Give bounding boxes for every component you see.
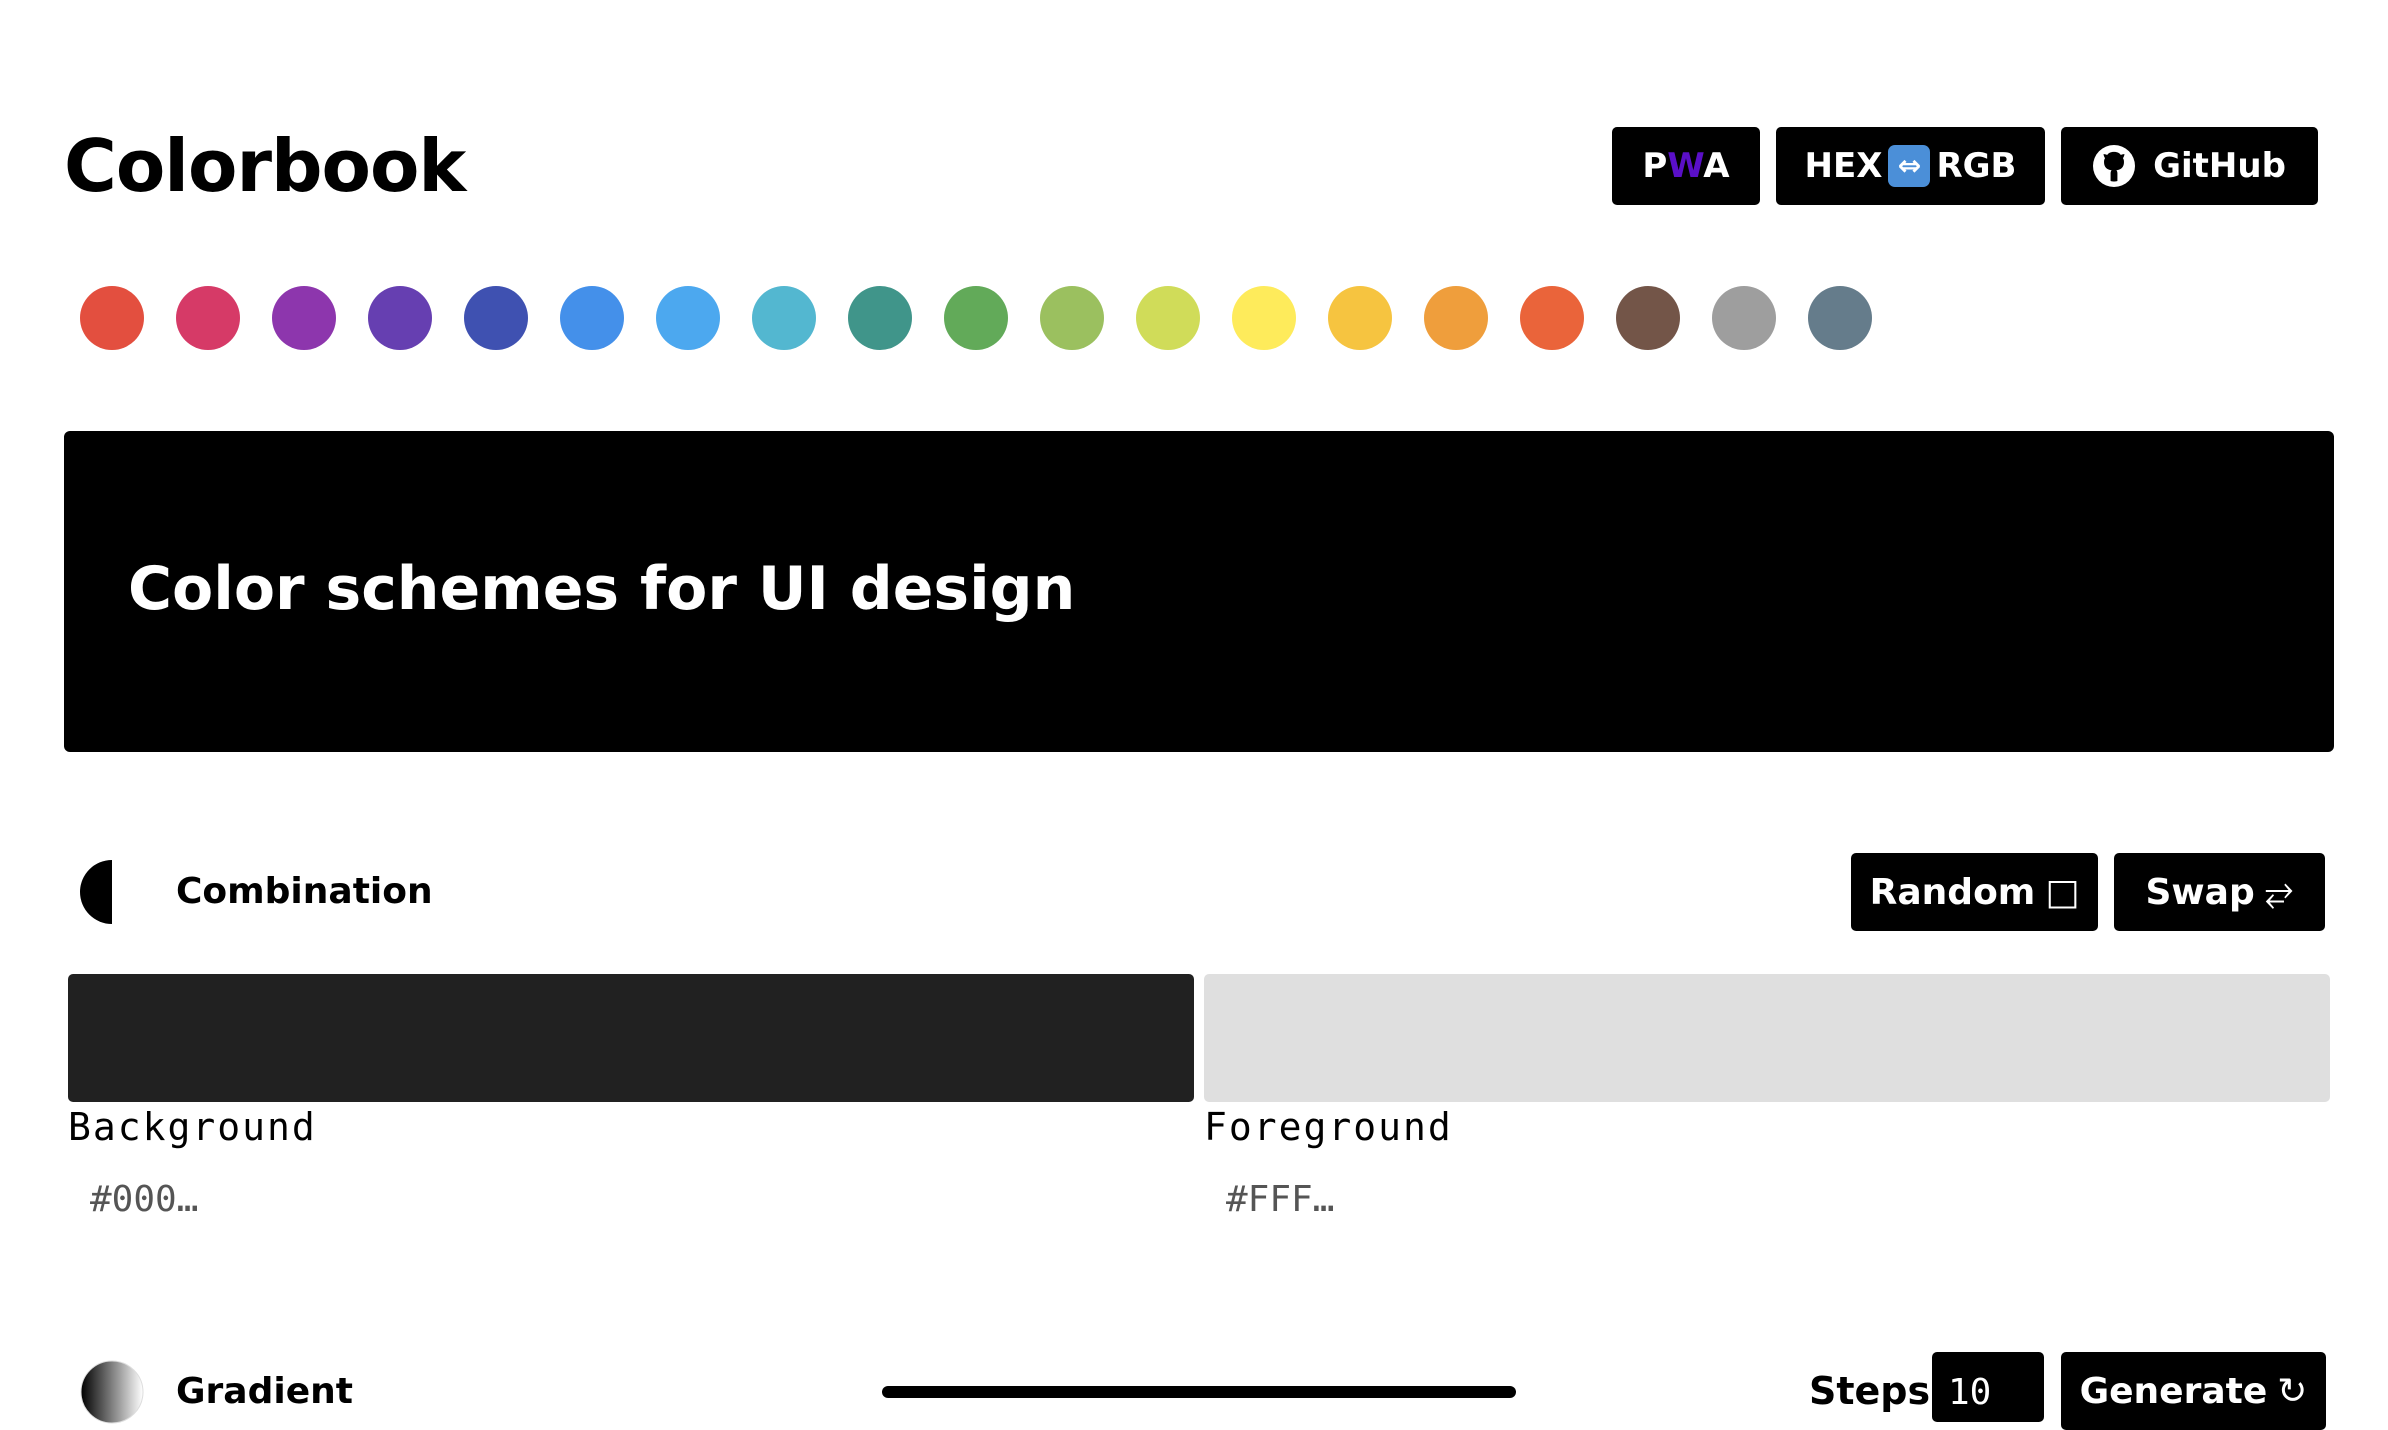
left-right-arrow-icon: ⇔ xyxy=(1888,145,1931,187)
color-swatch[interactable] xyxy=(1712,286,1776,350)
refresh-icon: ↻ xyxy=(2277,1370,2308,1412)
color-swatch[interactable] xyxy=(560,286,624,350)
foreground-label: Foreground xyxy=(1204,1105,1453,1149)
generate-label: Generate xyxy=(2079,1370,2268,1412)
gradient-circle-icon xyxy=(80,1360,144,1424)
half-circle-icon xyxy=(80,860,112,924)
pwa-logo-w: W xyxy=(1667,146,1704,186)
github-icon xyxy=(2093,145,2136,187)
color-swatch[interactable] xyxy=(656,286,720,350)
color-swatch[interactable] xyxy=(80,286,144,350)
rgb-label: RGB xyxy=(1936,146,2017,186)
hero-banner: Color schemes for UI design xyxy=(64,431,2334,752)
color-palette xyxy=(80,286,1904,350)
color-swatch[interactable] xyxy=(1328,286,1392,350)
github-label: GitHub xyxy=(2153,146,2286,186)
color-swatch[interactable] xyxy=(1232,286,1296,350)
generate-button[interactable]: Generate ↻ xyxy=(2061,1352,2326,1430)
combination-title: Combination xyxy=(176,871,433,912)
color-swatch[interactable] xyxy=(1520,286,1584,350)
color-swatch[interactable] xyxy=(1136,286,1200,350)
home-indicator[interactable] xyxy=(882,1386,1516,1398)
foreground-color-swatch[interactable] xyxy=(1204,974,2330,1102)
color-swatch[interactable] xyxy=(1616,286,1680,350)
color-swatch[interactable] xyxy=(464,286,528,350)
hero-heading: Color schemes for UI design xyxy=(128,554,1076,624)
color-swatch[interactable] xyxy=(368,286,432,350)
background-label: Background xyxy=(68,1105,317,1149)
hex-rgb-converter-button[interactable]: HEX ⇔ RGB xyxy=(1776,127,2045,205)
random-button[interactable]: Random □ xyxy=(1851,853,2098,931)
color-swatch[interactable] xyxy=(944,286,1008,350)
github-button[interactable]: GitHub xyxy=(2061,127,2318,205)
foreground-color-input[interactable] xyxy=(1204,1168,1524,1230)
color-swatch[interactable] xyxy=(752,286,816,350)
pwa-logo-p: P xyxy=(1642,146,1668,186)
color-swatch[interactable] xyxy=(1040,286,1104,350)
color-swatch[interactable] xyxy=(848,286,912,350)
steps-input[interactable] xyxy=(1932,1352,2044,1422)
app-title: Colorbook xyxy=(64,124,466,208)
pwa-logo: PWA xyxy=(1642,146,1729,186)
background-color-swatch[interactable] xyxy=(68,974,1194,1102)
color-swatch[interactable] xyxy=(272,286,336,350)
swap-icon: ⥂ xyxy=(2264,871,2294,912)
color-swatch[interactable] xyxy=(176,286,240,350)
random-icon: □ xyxy=(2045,871,2080,913)
color-swatch[interactable] xyxy=(1424,286,1488,350)
pwa-button[interactable]: PWA xyxy=(1612,127,1760,205)
steps-label: Steps: xyxy=(1809,1369,1946,1413)
random-label: Random xyxy=(1869,871,2036,913)
gradient-title: Gradient xyxy=(176,1371,353,1412)
swap-label: Swap xyxy=(2145,871,2255,913)
swap-button[interactable]: Swap ⥂ xyxy=(2114,853,2325,931)
pwa-logo-a: A xyxy=(1703,146,1730,186)
hex-label: HEX xyxy=(1804,146,1883,186)
color-swatch[interactable] xyxy=(1808,286,1872,350)
background-color-input[interactable] xyxy=(68,1168,388,1230)
